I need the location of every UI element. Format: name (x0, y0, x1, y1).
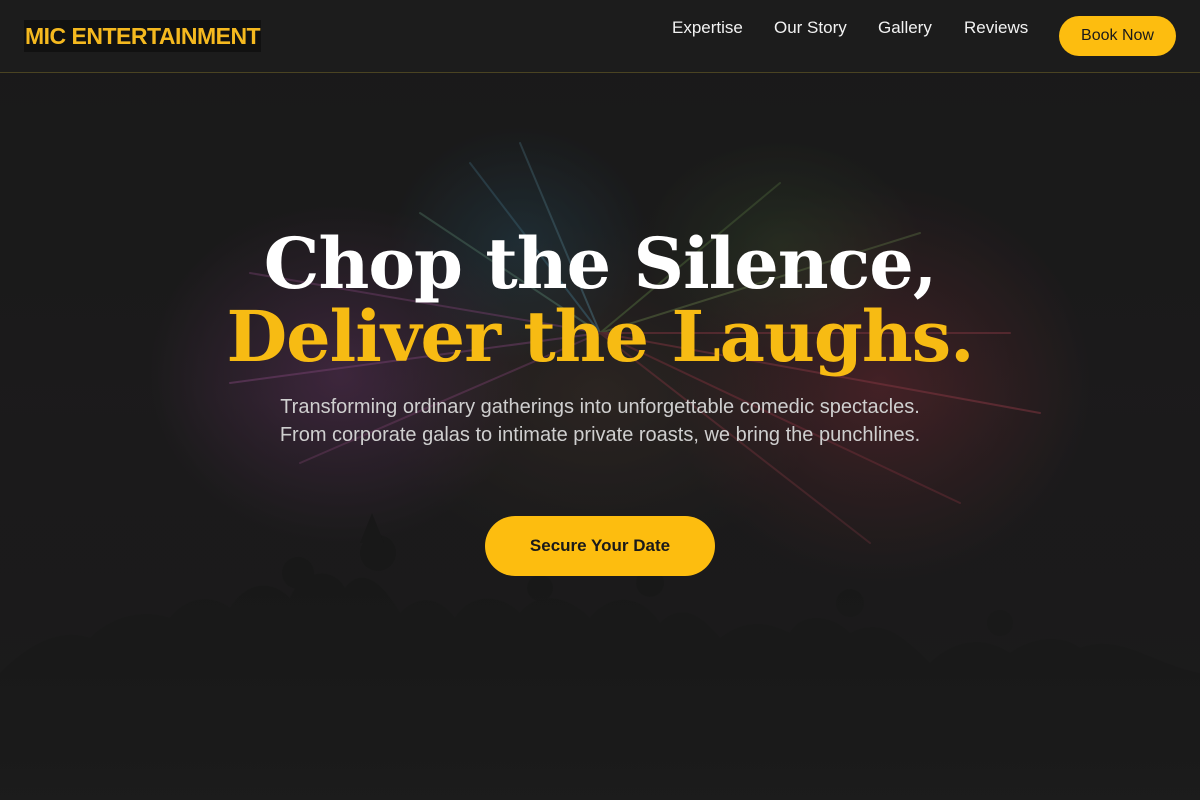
hero-headline-line-2: Deliver the Laughs. (226, 295, 974, 378)
book-now-button[interactable]: Book Now (1059, 16, 1176, 56)
hero-section: Chop the Silence, Deliver the Laughs. Tr… (0, 73, 1200, 800)
page: MIC ENTERTAINMENT Expertise Our Story Ga… (0, 0, 1200, 800)
hero-subtitle: Transforming ordinary gatherings into un… (279, 396, 921, 446)
nav-link-gallery[interactable]: Gallery (878, 16, 932, 40)
hero-content: Chop the Silence, Deliver the Laughs. Tr… (0, 73, 1200, 800)
nav-link-expertise[interactable]: Expertise (672, 16, 743, 40)
secure-your-date-button[interactable]: Secure Your Date (485, 516, 715, 576)
site-header: MIC ENTERTAINMENT Expertise Our Story Ga… (0, 0, 1200, 73)
nav-link-our-story[interactable]: Our Story (774, 16, 847, 40)
nav-link-reviews[interactable]: Reviews (964, 16, 1028, 40)
brand-logo[interactable]: MIC ENTERTAINMENT (24, 20, 262, 52)
hero-headline-line-1: Chop the Silence, (263, 222, 937, 305)
